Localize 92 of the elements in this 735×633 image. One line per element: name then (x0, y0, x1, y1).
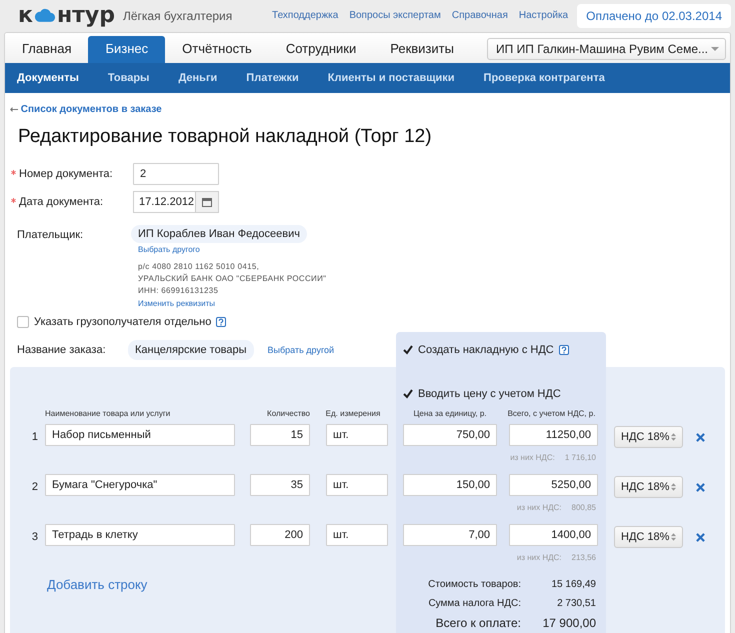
column-header: Всего, с учетом НДС, р. (508, 408, 596, 418)
cloud-icon (34, 8, 56, 23)
delete-icon[interactable] (696, 532, 705, 542)
vat-rate-dropdown[interactable]: НДС 18% (614, 476, 683, 498)
field-label: Дата документа: (11, 196, 133, 208)
help-icon[interactable] (558, 344, 569, 354)
input-field[interactable]: шт. (326, 424, 388, 446)
logo: к нтур (18, 3, 115, 28)
input-field[interactable]: 200 (250, 524, 310, 546)
header-link[interactable]: Настройка (518, 10, 568, 21)
add-row-link[interactable]: Добавить строку (45, 576, 326, 592)
total-label: Всего к оплате: (436, 616, 521, 630)
total-value: 2 730,51 (557, 598, 597, 608)
company-dropdown[interactable]: ИП ИП Галкин-Машина Рувим Семе... (487, 38, 726, 60)
input-field[interactable]: 750,00 (403, 424, 497, 446)
delete-icon[interactable] (696, 482, 705, 492)
paid-until-badge: Оплачено до 02.03.2014 (577, 4, 731, 28)
input-field[interactable]: 11250,00 (509, 424, 598, 446)
back-link[interactable]: Список документов в заказе (5, 104, 730, 115)
caret-icon (711, 47, 719, 51)
row-number: 3 (32, 531, 39, 543)
column-header: Количество (267, 408, 310, 418)
subnav-item[interactable]: Проверка контрагента (484, 72, 605, 84)
field-label: Номер документа: (11, 168, 133, 180)
calendar-icon[interactable] (195, 192, 218, 212)
vat-label: из них НДС: (516, 503, 562, 512)
input-field[interactable]: Тетрадь в клетку (45, 524, 235, 546)
input-field[interactable]: шт. (326, 474, 388, 496)
subnav-item[interactable]: Документы (17, 72, 79, 84)
vat-rate-dropdown[interactable]: НДС 18% (614, 526, 683, 548)
input-field[interactable]: 7,00 (403, 524, 497, 546)
input-field[interactable]: шт. (326, 524, 388, 546)
column-header: Цена за единицу, р. (414, 408, 486, 418)
total-value: 17 900,00 (542, 616, 597, 630)
vat-label: из них НДС: (516, 553, 562, 562)
delete-icon[interactable] (696, 432, 705, 442)
total-label: Стоимость товаров: (428, 578, 521, 590)
sort-arrows-icon (671, 483, 676, 491)
checkbox-label: Указать грузополучателя отдельно (34, 316, 212, 328)
subnav-item[interactable]: Клиенты и поставщики (328, 72, 455, 84)
order-name: Канцелярские товары (128, 340, 254, 360)
subnav-item[interactable]: Деньги (178, 72, 218, 84)
arrow-icon (10, 107, 18, 112)
total-label: Сумма налога НДС: (428, 598, 521, 608)
column-header: Ед. измерения (326, 408, 380, 418)
input-field[interactable]: 2 (133, 163, 219, 185)
input-field[interactable]: 1400,00 (509, 524, 598, 546)
bank-details: р/с 4080 2810 1162 5010 0415, (138, 261, 260, 273)
choose-link[interactable]: Выбрать другого (138, 245, 200, 254)
vat-rate-dropdown[interactable]: НДС 18% (614, 426, 683, 448)
payer-name: ИП Кораблев Иван Федосеевич (131, 225, 307, 243)
checkbox-label: Вводить цену с учетом НДС (418, 388, 561, 400)
checkbox[interactable] (403, 344, 413, 354)
field-label: Название заказа: (17, 344, 107, 356)
total-value: 15 169,49 (552, 578, 597, 590)
header-link[interactable]: Вопросы экспертам (349, 10, 441, 21)
input-field[interactable]: 15 (250, 424, 310, 446)
subnav-item[interactable]: Товары (108, 72, 150, 84)
product-name: Лёгкая бухгалтерия (122, 8, 232, 22)
checkbox-label: Создать накладную с НДС (418, 344, 554, 356)
vat-label: из них НДС: (510, 453, 555, 462)
input-field[interactable]: 150,00 (403, 474, 497, 496)
page-title: Редактирование товарной накладной (Торг 12) (18, 126, 433, 148)
vat-amount: 800,85 (572, 503, 596, 512)
nav-tab[interactable]: Главная (5, 36, 88, 63)
nav-tab[interactable]: Отчётность (165, 36, 269, 63)
subnav-item[interactable]: Платежки (246, 72, 299, 84)
choose-order-link[interactable]: Выбрать другой (268, 344, 334, 354)
sort-arrows-icon (671, 433, 676, 441)
bank-details: ИНН: 669916131235 (138, 285, 220, 297)
nav-tab[interactable]: Реквизиты (373, 36, 471, 63)
vat-amount: 1 716,10 (564, 453, 596, 462)
input-field[interactable]: Набор письменный (45, 424, 235, 446)
checkbox[interactable] (403, 389, 413, 399)
nav-tab[interactable]: Сотрудники (268, 36, 374, 63)
date-field[interactable]: 17.12.2012 (133, 191, 219, 213)
header-link[interactable]: Справочная (452, 10, 508, 21)
edit-details-link[interactable]: Изменить реквизиты (138, 299, 215, 308)
row-number: 2 (32, 481, 39, 493)
input-field[interactable]: 5250,00 (509, 474, 598, 496)
vat-amount: 213,56 (572, 553, 596, 562)
header-link[interactable]: Техподдержка (272, 10, 338, 21)
bank-details: УРАЛЬСКИЙ БАНК ОАО "СБЕРБАНК РОССИИ" (138, 273, 326, 285)
field-label: Плательщик: (17, 228, 84, 243)
input-field[interactable]: Бумага "Снегурочка" (45, 474, 235, 496)
column-header: Наименование товара или услуги (45, 408, 172, 418)
checkbox[interactable] (17, 316, 29, 328)
help-icon[interactable] (216, 317, 226, 327)
nav-tab[interactable]: Бизнес (88, 36, 166, 63)
sort-arrows-icon (671, 533, 676, 541)
row-number: 1 (32, 431, 39, 443)
input-field[interactable]: 35 (250, 474, 310, 496)
